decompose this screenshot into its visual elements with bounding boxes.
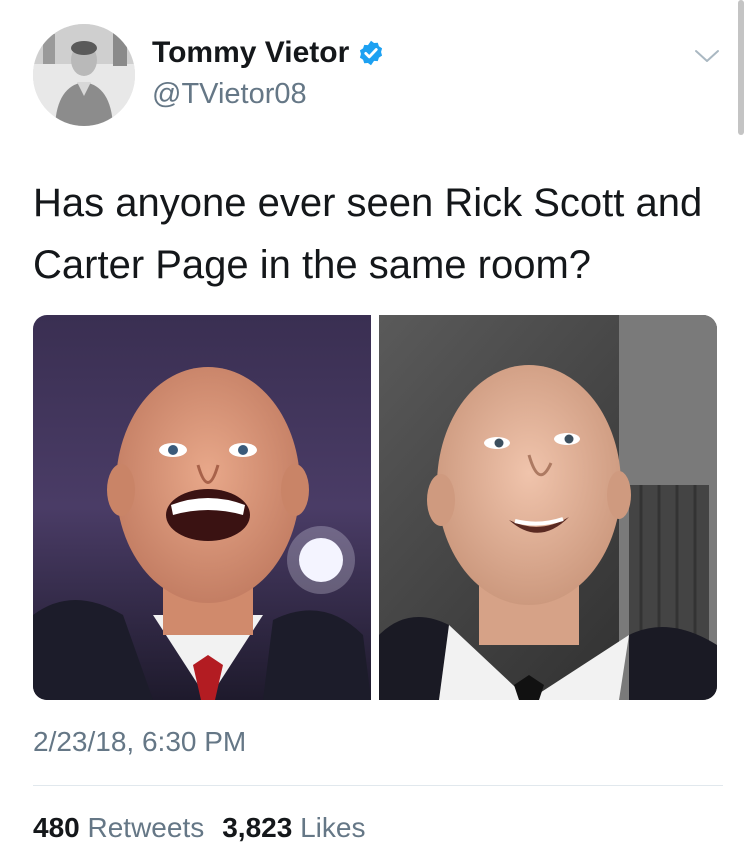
- tweet-detail: Tommy Vietor @TVietor08 Has anyone ever …: [0, 0, 750, 861]
- media-photo-right[interactable]: [379, 315, 717, 700]
- likes-stat[interactable]: 3,823 Likes: [222, 812, 365, 844]
- retweets-label: Retweets: [87, 812, 205, 843]
- likes-label: Likes: [300, 812, 366, 843]
- media-photo-left[interactable]: [33, 315, 371, 700]
- likes-count: 3,823: [222, 812, 293, 843]
- author-avatar[interactable]: [33, 24, 135, 126]
- tweet-stats: 480 Retweets 3,823 Likes: [33, 812, 365, 844]
- tweet-text: Has anyone ever seen Rick Scott and Cart…: [33, 181, 703, 287]
- divider: [33, 785, 723, 786]
- retweets-stat[interactable]: 480 Retweets: [33, 812, 204, 844]
- avatar-image: [33, 24, 135, 126]
- author-display-name[interactable]: Tommy Vietor: [152, 36, 349, 70]
- author-name-row[interactable]: Tommy Vietor: [152, 36, 385, 70]
- verified-badge-icon: [357, 39, 385, 67]
- tweet-timestamp[interactable]: 2/23/18, 6:30 PM: [33, 726, 246, 758]
- author-handle[interactable]: @TVietor08: [152, 78, 307, 111]
- chevron-down-icon[interactable]: [694, 48, 720, 64]
- retweets-count: 480: [33, 812, 80, 843]
- tweet-media[interactable]: [33, 315, 717, 700]
- scrollbar[interactable]: [738, 0, 744, 135]
